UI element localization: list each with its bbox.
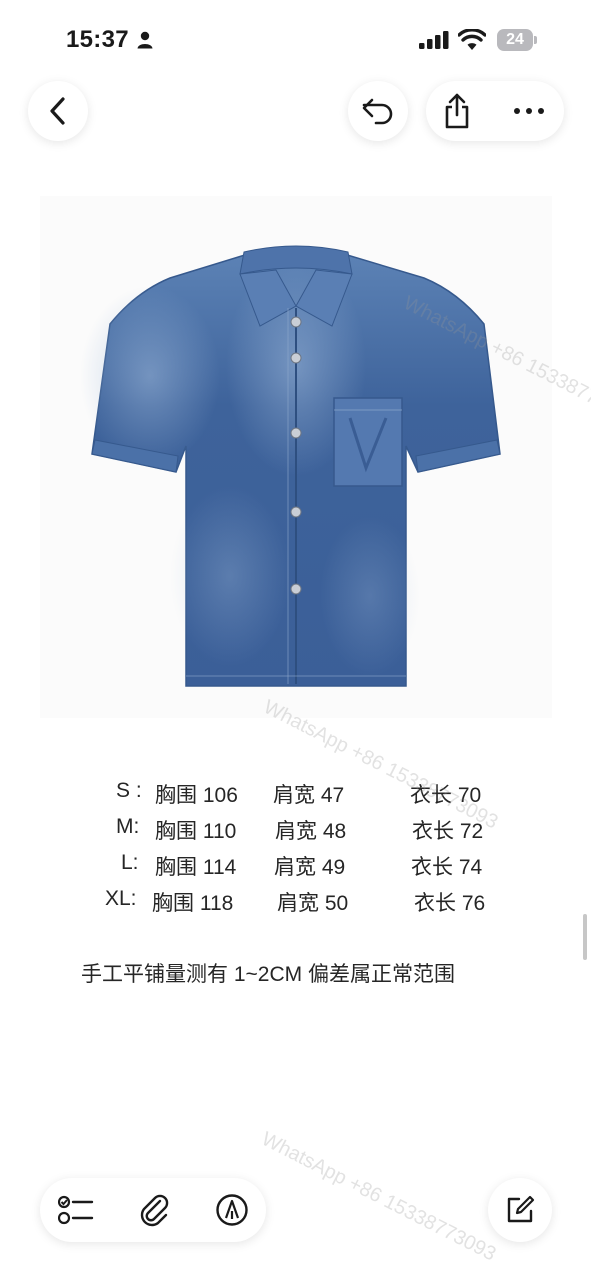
signal-icon: [419, 31, 449, 49]
length-value: 衣长 72: [412, 820, 484, 843]
markup-pen-icon: [216, 1194, 248, 1226]
length-value: 衣长 74: [411, 856, 483, 879]
bottom-tools-group: [40, 1178, 266, 1242]
wifi-icon: [458, 29, 486, 50]
chest-value: 胸围 118: [152, 892, 234, 915]
size-label: M:: [116, 815, 140, 838]
compose-button[interactable]: [488, 1178, 552, 1242]
compose-icon: [507, 1195, 535, 1223]
chevron-left-icon: [50, 97, 65, 125]
denim-shirt-image: [80, 245, 501, 687]
measurement-note: 手工平铺量测有 1~2CM 偏差属正常范围: [81, 963, 455, 986]
checklist-button[interactable]: [46, 1180, 106, 1240]
battery-level: 24: [506, 31, 524, 48]
attachment-button[interactable]: [124, 1180, 184, 1240]
size-label: XL:: [105, 887, 137, 910]
markup-button[interactable]: [202, 1180, 262, 1240]
paperclip-icon: [140, 1194, 169, 1227]
chest-value: 胸围 114: [155, 856, 237, 879]
status-time: 15:37: [66, 26, 129, 53]
size-label: S :: [116, 779, 142, 802]
undo-icon: [362, 98, 393, 125]
checklist-icon: [58, 1195, 94, 1225]
share-more-group: [426, 81, 564, 141]
product-photo: [40, 196, 552, 718]
back-button[interactable]: [28, 81, 88, 141]
length-value: 衣长 70: [410, 784, 482, 807]
size-row: M: 胸围 110 肩宽 48 衣长 72: [0, 808, 591, 844]
shoulder-value: 肩宽 50: [277, 892, 349, 915]
chest-value: 胸围 106: [155, 784, 238, 807]
share-icon: [445, 93, 469, 129]
share-button[interactable]: [426, 81, 488, 141]
watermark: WhatsApp +86 15338773093: [258, 1128, 500, 1266]
size-row: XL: 胸围 118 肩宽 50 衣长 76: [0, 880, 591, 916]
more-button[interactable]: [498, 81, 560, 141]
size-row: S : 胸围 106 肩宽 47 衣长 70: [0, 772, 591, 808]
shoulder-value: 肩宽 49: [274, 856, 346, 879]
length-value: 衣长 76: [414, 892, 486, 915]
shoulder-value: 肩宽 47: [273, 784, 345, 807]
status-bar: 15:37 24: [0, 0, 591, 80]
size-label: L:: [121, 851, 139, 874]
scroll-indicator[interactable]: [583, 914, 587, 960]
size-row: L: 胸围 114 肩宽 49 衣长 74: [0, 844, 591, 880]
shoulder-value: 肩宽 48: [275, 820, 347, 843]
person-icon: [137, 31, 153, 49]
undo-button[interactable]: [348, 81, 408, 141]
chest-value: 胸围 110: [155, 820, 237, 843]
battery-icon: 24: [497, 29, 537, 51]
more-icon: [514, 108, 544, 114]
